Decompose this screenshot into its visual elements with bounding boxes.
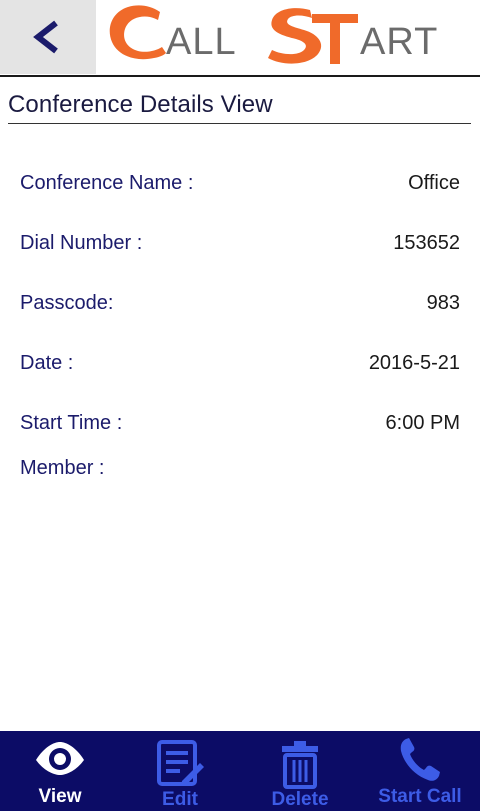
nav-edit[interactable]: Edit	[120, 731, 240, 811]
nav-view[interactable]: View	[0, 731, 120, 811]
start-time-value: 6:00 PM	[385, 412, 460, 434]
detail-row-dial-number: Dial Number : 153652	[20, 232, 460, 262]
edit-note-icon	[157, 740, 204, 786]
back-button[interactable]	[0, 0, 96, 74]
dial-number-value: 153652	[393, 232, 460, 254]
detail-row-start-time: Start Time : 6:00 PM	[20, 412, 460, 442]
title-divider	[8, 123, 471, 124]
conference-name-value: Office	[408, 172, 460, 194]
nav-start-call-label: Start Call	[378, 786, 462, 807]
svg-text:ART: ART	[360, 21, 438, 63]
nav-edit-label: Edit	[162, 789, 198, 810]
passcode-label: Passcode:	[20, 292, 114, 314]
member-label: Member :	[20, 457, 105, 479]
eye-icon	[36, 742, 84, 775]
page-title: Conference Details View	[8, 91, 273, 118]
top-bar: ALL ART	[0, 0, 480, 76]
nav-delete[interactable]: Delete	[240, 731, 360, 811]
date-label: Date :	[20, 352, 74, 374]
passcode-value: 983	[426, 292, 460, 314]
nav-start-call[interactable]: Start Call	[360, 731, 480, 811]
detail-row-passcode: Passcode: 983	[20, 292, 460, 322]
dial-number-label: Dial Number :	[20, 232, 143, 254]
chevron-left-icon	[33, 20, 58, 54]
trash-icon	[282, 741, 318, 789]
date-value: 2016-5-21	[368, 352, 460, 374]
conference-name-label: Conference Name :	[20, 172, 194, 194]
bottom-nav-bar: View Edit Delete Start Call	[0, 731, 480, 811]
nav-view-label: View	[38, 786, 82, 807]
callstart-logo: ALL ART	[98, 0, 478, 74]
detail-row-member: Member :	[20, 457, 460, 487]
svg-text:ALL: ALL	[166, 21, 237, 63]
detail-row-date: Date : 2016-5-21	[20, 352, 460, 382]
header-divider	[0, 75, 480, 77]
start-time-label: Start Time :	[20, 412, 123, 434]
phone-icon	[400, 738, 440, 781]
nav-delete-label: Delete	[271, 789, 329, 810]
detail-row-conference-name: Conference Name : Office	[20, 172, 460, 202]
